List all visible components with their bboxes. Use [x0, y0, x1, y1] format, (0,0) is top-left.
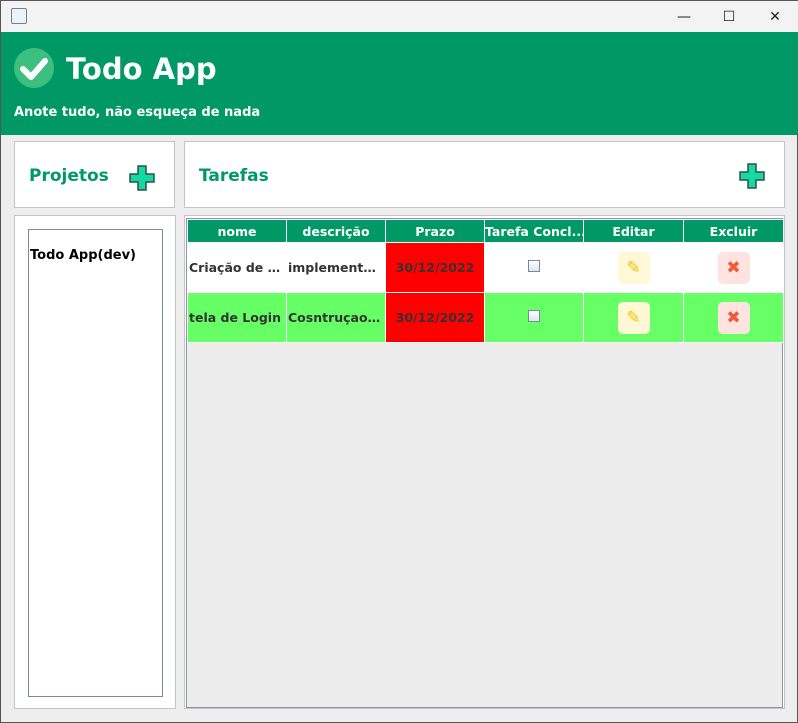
- task-description[interactable]: Cosntruçao ...: [286, 292, 386, 343]
- task-description[interactable]: implementa...: [286, 242, 386, 293]
- edit-task-button[interactable]: ✎: [617, 301, 650, 334]
- edit-task-button[interactable]: ✎: [617, 251, 650, 284]
- table-row[interactable]: tela de Login Cosntruçao ... 30/12/2022 …: [187, 292, 784, 343]
- add-task-button[interactable]: [739, 163, 765, 189]
- project-item[interactable]: Todo App(dev): [29, 230, 162, 263]
- pencil-icon: ✎: [626, 307, 641, 328]
- add-project-button[interactable]: [129, 165, 155, 191]
- table-row[interactable]: Criação de c... implementa... 30/12/2022…: [187, 242, 784, 293]
- task-done-checkbox[interactable]: [528, 260, 540, 272]
- delete-task-button[interactable]: ✖: [717, 251, 750, 284]
- task-deadline[interactable]: 30/12/2022: [385, 242, 485, 293]
- projects-header-panel: Projetos: [14, 141, 175, 208]
- projects-title: Projetos: [29, 166, 109, 186]
- close-icon: ✖: [726, 257, 741, 278]
- column-header-excluir[interactable]: Excluir: [683, 219, 784, 243]
- java-app-icon: [11, 8, 27, 24]
- task-name[interactable]: tela de Login: [187, 292, 287, 343]
- close-icon: ✖: [726, 307, 741, 328]
- delete-task-button[interactable]: ✖: [717, 301, 750, 334]
- check-logo-icon: [14, 48, 54, 88]
- task-done-checkbox[interactable]: [528, 310, 540, 322]
- projects-panel: Todo App(dev): [14, 215, 176, 709]
- minimize-button[interactable]: —: [661, 1, 707, 32]
- column-header-editar[interactable]: Editar: [583, 219, 684, 243]
- app-header: Todo App Anote tudo, não esqueça de nada: [1, 32, 798, 135]
- tasks-table-scroll: nome descrição Prazo Tarefa Concl... Edi…: [186, 218, 784, 708]
- projects-list[interactable]: Todo App(dev): [28, 229, 163, 697]
- app-subtitle: Anote tudo, não esqueça de nada: [14, 105, 261, 120]
- app-title: Todo App: [66, 52, 217, 86]
- tasks-panel: nome descrição Prazo Tarefa Concl... Edi…: [184, 215, 785, 709]
- window-titlebar: — ☐ ✕: [1, 1, 798, 32]
- close-window-button[interactable]: ✕: [752, 1, 798, 32]
- task-name[interactable]: Criação de c...: [187, 242, 287, 293]
- tasks-table: nome descrição Prazo Tarefa Concl... Edi…: [187, 219, 784, 343]
- task-deadline[interactable]: 30/12/2022: [385, 292, 485, 343]
- tasks-header-panel: Tarefas: [184, 141, 785, 208]
- column-header-prazo[interactable]: Prazo: [385, 219, 485, 243]
- maximize-button[interactable]: ☐: [706, 1, 752, 32]
- pencil-icon: ✎: [626, 257, 641, 278]
- column-header-nome[interactable]: nome: [187, 219, 287, 243]
- column-header-descricao[interactable]: descrição: [286, 219, 386, 243]
- column-header-concluida[interactable]: Tarefa Concl...: [484, 219, 584, 243]
- tasks-title: Tarefas: [199, 166, 269, 186]
